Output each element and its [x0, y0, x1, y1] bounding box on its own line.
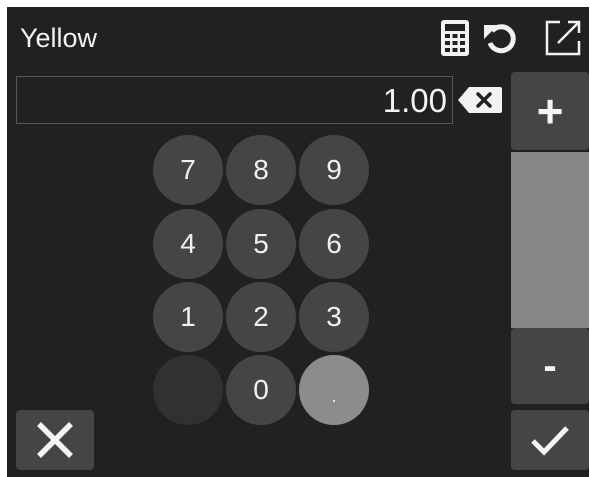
value-slider-track[interactable]	[511, 152, 589, 328]
backspace-button[interactable]	[456, 85, 504, 115]
open-external-icon[interactable]	[544, 18, 582, 58]
plus-label: +	[536, 85, 564, 137]
key-4[interactable]: 4	[153, 209, 223, 279]
dialog-title: Yellow	[20, 23, 98, 53]
undo-icon[interactable]	[482, 18, 520, 58]
key-8[interactable]: 8	[226, 135, 296, 205]
close-icon	[37, 422, 73, 458]
key-blank	[153, 355, 223, 425]
key-5[interactable]: 5	[226, 209, 296, 279]
key-7[interactable]: 7	[153, 135, 223, 205]
display-value: 1.00	[382, 82, 447, 119]
decrement-button[interactable]: -	[511, 328, 589, 404]
key-3[interactable]: 3	[299, 282, 369, 352]
key-decimal[interactable]: .	[299, 355, 369, 425]
backspace-icon	[458, 87, 502, 113]
cancel-button[interactable]	[16, 410, 94, 470]
key-2[interactable]: 2	[226, 282, 296, 352]
check-icon	[531, 426, 569, 456]
minus-label: -	[543, 343, 557, 388]
increment-button[interactable]: +	[511, 72, 589, 150]
key-9[interactable]: 9	[299, 135, 369, 205]
confirm-button[interactable]	[511, 410, 589, 470]
key-0[interactable]: 0	[226, 355, 296, 425]
calculator-icon[interactable]	[436, 18, 474, 58]
key-1[interactable]: 1	[153, 282, 223, 352]
value-display: 1.00	[16, 76, 453, 124]
key-6[interactable]: 6	[299, 209, 369, 279]
